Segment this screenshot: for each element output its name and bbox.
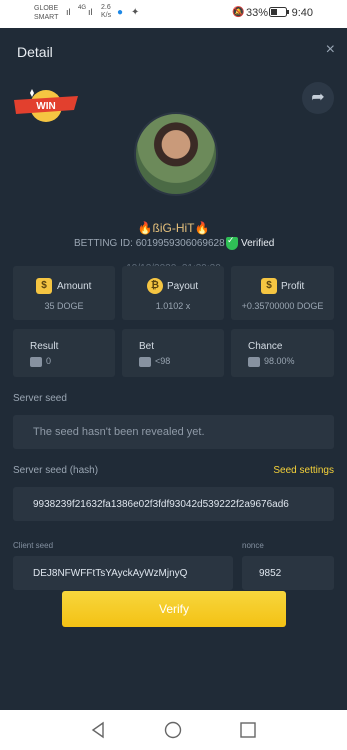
server-seed-value: The seed hasn't been revealed yet. — [33, 426, 205, 438]
nonce-input[interactable]: 9852 — [242, 556, 334, 590]
bet-card: Bet <98 — [122, 329, 224, 377]
battery-icon — [269, 7, 289, 20]
battery-percent: 33% — [246, 7, 269, 19]
payout-card: ₿ Payout 1.0102 x — [122, 266, 224, 320]
status-bar: GLOBE SMART ıl 4G ıl 2.6 K/s ● ✦ 🔕 33% 9… — [0, 0, 347, 28]
betting-id: BETTING ID: 6019959306069628 — [74, 238, 225, 249]
profit-label: Profit — [281, 281, 305, 292]
twitter-icon: ✦ — [131, 7, 140, 18]
page-title: Detail — [17, 44, 53, 60]
profit-card: $ Profit +0.35700000 DOGE — [231, 266, 334, 320]
win-badge-text: WIN — [36, 101, 55, 112]
payout-value: 1.0102 x — [155, 301, 191, 311]
detail-panel: Detail × WIN ➦ 🔥ßiG-HiT🔥 BETTING ID: 601… — [0, 28, 347, 710]
dice-icon — [30, 356, 42, 367]
chance-value-wrap: 98.00% — [248, 356, 295, 367]
back-triangle-icon — [91, 721, 104, 739]
result-value-wrap: 0 — [30, 356, 51, 367]
server-seed-hash-field[interactable]: 9938239f21632fa1386e02f3fdf93042d539222f… — [13, 487, 334, 521]
result-card: Result 0 — [13, 329, 115, 377]
verified-label: Verified — [241, 238, 275, 250]
amount-label: Amount — [57, 281, 92, 292]
payout-label: Payout — [167, 281, 199, 292]
server-seed-label: Server seed — [13, 393, 67, 404]
verified-badge: Verified — [226, 235, 275, 250]
network-type-label: 4G — [78, 5, 87, 11]
carrier-line-2: SMART — [34, 14, 59, 21]
bet-value-wrap: <98 — [139, 356, 170, 367]
amount-card: $ Amount 35 DOGE — [13, 266, 115, 320]
server-seed-hash-value: 9938239f21632fa1386e02f3fdf93042d539222f… — [33, 499, 289, 510]
avatar — [134, 112, 218, 196]
server-seed-hash-label: Server seed (hash) — [13, 465, 99, 476]
money-bag-icon: $ — [261, 278, 277, 294]
shield-check-icon — [226, 235, 238, 250]
nonce-label: nonce — [242, 541, 264, 550]
system-nav-bar — [0, 710, 347, 750]
nonce-value: 9852 — [259, 568, 282, 579]
server-seed-field: The seed hasn't been revealed yet. — [13, 415, 334, 449]
chance-value: 98.00% — [264, 356, 295, 366]
clock-time: 9:40 — [291, 7, 313, 19]
money-bag-icon: $ — [36, 278, 52, 294]
result-label: Result — [30, 341, 59, 352]
share-button[interactable]: ➦ — [302, 82, 334, 114]
verify-button[interactable]: Verify — [62, 591, 286, 627]
dice-icon — [139, 356, 151, 367]
betting-id-value: 6019959306069628 — [135, 238, 225, 249]
share-icon: ➦ — [311, 89, 325, 106]
chance-card: Chance 98.00% — [231, 329, 334, 377]
client-seed-value: DEJ8NFWFFtTsYAyckAyWzMjnyQ — [33, 568, 188, 579]
carrier-line-1: GLOBE — [34, 5, 59, 12]
username: 🔥ßiG-HiT🔥 — [137, 221, 210, 235]
mute-icon: 🔕 — [232, 7, 245, 18]
profit-value: +0.35700000 DOGE — [241, 301, 324, 311]
seed-settings-link[interactable]: Seed settings — [273, 465, 334, 476]
signal-icon-2: ıl — [88, 7, 93, 17]
win-badge: WIN — [12, 86, 82, 130]
chance-label: Chance — [248, 341, 283, 352]
recents-square-icon — [240, 722, 256, 738]
recents-nav-button[interactable] — [238, 720, 258, 740]
home-circle-icon — [164, 721, 182, 739]
home-nav-button[interactable] — [163, 720, 183, 740]
signal-icon: ıl — [66, 7, 71, 17]
betting-id-label: BETTING ID: — [74, 238, 133, 249]
speed-value: 2.6 — [101, 4, 111, 11]
coin-icon: ₿ — [147, 278, 163, 294]
notification-icon: ● — [117, 7, 124, 18]
client-seed-label: Client seed — [13, 541, 54, 550]
chart-icon — [248, 356, 260, 367]
amount-value: 35 DOGE — [44, 301, 84, 311]
bet-value: <98 — [155, 356, 171, 366]
carrier-label: GLOBE SMART — [34, 4, 58, 22]
client-seed-input[interactable]: DEJ8NFWFFtTsYAyckAyWzMjnyQ — [13, 556, 233, 590]
bet-label: Bet — [139, 341, 155, 352]
back-nav-button[interactable] — [88, 720, 108, 740]
network-speed: 2.6 K/s — [101, 4, 111, 20]
close-icon[interactable]: × — [326, 41, 335, 59]
speed-unit: K/s — [101, 12, 112, 19]
result-value: 0 — [46, 356, 52, 366]
